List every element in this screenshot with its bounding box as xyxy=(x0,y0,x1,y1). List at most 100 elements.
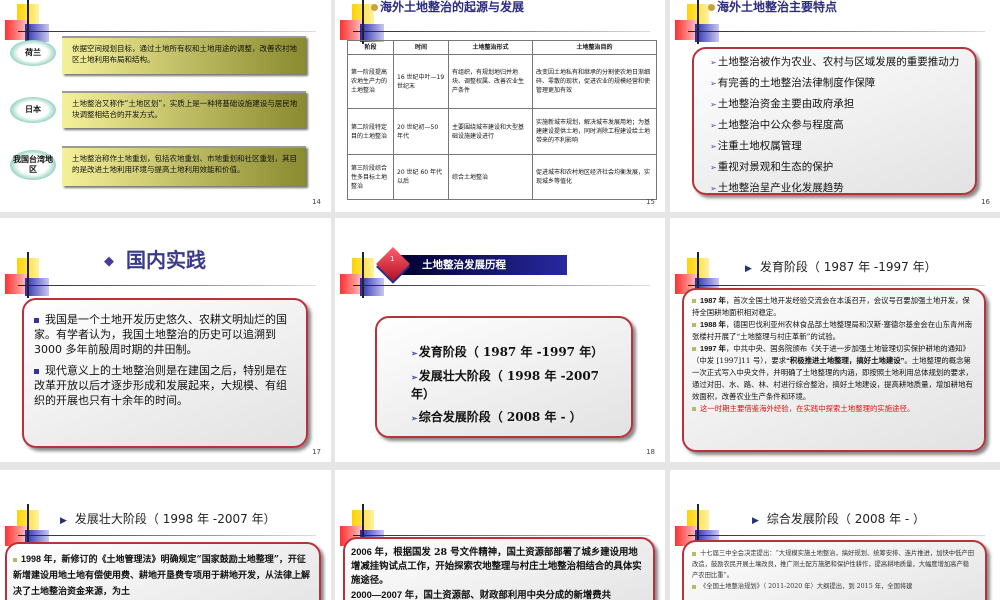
table-cell: 20 世纪初—50 年代 xyxy=(393,108,449,155)
triangle-bullet-icon: ▶ xyxy=(60,516,67,526)
region-label: 日本 xyxy=(10,97,56,123)
list-item: 《全国土地整治规划》（ 2011-2020 年）大纲提出，到 2015 年，全国… xyxy=(692,581,975,592)
divider xyxy=(18,285,316,286)
table-row: 第二阶段特定目的土地整治 20 世纪初—50 年代 主要围绕城市建设和大型基础设施建… xyxy=(347,108,657,155)
square-bullet-icon xyxy=(13,557,17,562)
content-box: 十七届三中全会决定提出：“大规模实施土地整治，搞好规划、统筹安排、连片推进，加快… xyxy=(682,540,987,600)
slide-16[interactable]: 海外土地整治主要特点 ➢土地整治被作为农业、农村与区域发展的重要推动力 ➢有完善… xyxy=(670,0,1000,212)
column-header: 土地整治形式 xyxy=(448,40,533,55)
divider xyxy=(18,31,316,32)
arrow-bullet-icon: ➢ xyxy=(710,142,717,151)
content-box: 1987 年，首次全国土地开发经验交流会在本溪召开，会议号召要加强土地开发，保持… xyxy=(682,288,986,452)
divider xyxy=(688,535,985,536)
table-cell: 第二阶段特定目的土地整治 xyxy=(347,108,394,155)
divider xyxy=(353,535,650,536)
square-bullet-icon xyxy=(692,347,696,351)
list-item: 这一时期主要借鉴海外经验，在实践中探索土地整理的实施途径。 xyxy=(692,403,974,415)
table-row: 第一阶段提高农地生产力的土地整治 16 世纪中叶—19 世纪末 有组织，有规划地归并… xyxy=(347,54,657,109)
divider xyxy=(353,31,650,32)
table-row: 第三阶段综合性多目标土地整治 20 世纪 60 年代以后 综合土地整治 促进城市和农村… xyxy=(347,154,657,200)
column-header: 阶段 xyxy=(347,40,394,55)
list-item: ➢有完善的土地整治法律制度作保障 xyxy=(710,77,876,89)
arrow-bullet-icon: ➢ xyxy=(411,413,418,423)
arrow-bullet-icon: ➢ xyxy=(710,121,717,130)
region-description: 土地整治称作土地重划，包括农地重划、市地重划和社区重划，其目的是改进土地利用环境… xyxy=(62,146,306,186)
divider xyxy=(688,31,985,32)
bullet-dot-icon xyxy=(708,4,715,11)
slide-17[interactable]: ◆ 国内实践 我国是一个土地开发历史悠久、农耕文明灿烂的国家。有学者认为，我国土地… xyxy=(0,218,331,462)
page-number: 14 xyxy=(312,198,321,206)
square-bullet-icon xyxy=(34,368,39,374)
square-bullet-icon xyxy=(692,584,696,589)
page-number: 16 xyxy=(981,198,990,206)
region-description: 依据空间规划目标，通过土地所有权和土地用途的调整，改善农村地区土地利用布局和结构… xyxy=(62,36,306,74)
square-bullet-icon xyxy=(692,407,696,412)
slide-15[interactable]: 海外土地整治的起源与发展 阶段 时间 土地整治形式 土地整治目的 第一阶段提高农地生产… xyxy=(335,0,665,212)
slide-22[interactable]: ▶ 综合发展阶段（ 2008 年 - ） 十七届三中全会决定提出：“大规模实施土地… xyxy=(670,470,1000,600)
arrow-bullet-icon: ➢ xyxy=(710,184,717,193)
slide-title: ▶ 发展壮大阶段（ 1998 年 -2007 年） xyxy=(60,512,276,526)
arrow-bullet-icon: ➢ xyxy=(411,348,418,358)
list-item: ➢发育阶段（ 1987 年 -1997 年） xyxy=(411,345,604,359)
square-bullet-icon xyxy=(34,317,39,323)
slide-21[interactable]: 2006 年，根据国发 28 号文件精神，国土资源部部署了城乡建设用地增减挂钩试… xyxy=(335,470,665,600)
triangle-bullet-icon: ▶ xyxy=(745,264,752,274)
list-item: 1988 年，德国巴伐利亚州农林食品部土地整理局和汉斯·塞德尔基金会在山东青州南… xyxy=(692,320,973,341)
table-cell: 改变因土地私有和继承的分割使农地日渐细碎、零散的现状，促进农业的规模经营和使管理… xyxy=(532,54,657,109)
triangle-bullet-icon: ▶ xyxy=(752,516,759,526)
slide-20[interactable]: ▶ 发展壮大阶段（ 1998 年 -2007 年） 1998 年，新修订的《土地管… xyxy=(0,470,331,600)
stages-table: 阶段 时间 土地整治形式 土地整治目的 第一阶段提高农地生产力的土地整治 16 世纪中叶… xyxy=(347,40,657,200)
features-box: ➢土地整治被作为农业、农村与区域发展的重要推动力 ➢有完善的土地整治法律制度作保… xyxy=(692,47,977,195)
slide-title: ▶ 综合发展阶段（ 2008 年 - ） xyxy=(752,512,926,526)
bullet-dot-icon xyxy=(371,4,378,11)
table-cell: 促进城市和农村地区经济社会均衡发展，实现城乡等值化 xyxy=(532,154,657,200)
list-item: 十七届三中全会决定提出：“大规模实施土地整治，搞好规划、统筹安排、连片推进，加快… xyxy=(692,550,974,579)
stages-box: ➢发育阶段（ 1987 年 -1997 年） ➢发展壮大阶段（ 1998 年 -… xyxy=(375,316,633,438)
table-cell: 16 世纪中叶—19 世纪末 xyxy=(393,54,449,109)
table-cell: 第三阶段综合性多目标土地整治 xyxy=(347,154,394,200)
content-box: 2006 年，根据国发 28 号文件精神，国土资源部部署了城乡建设用地增减挂钩试… xyxy=(343,537,655,600)
paragraph: 现代意义上的土地整治则是在建国之后，特别是在改革开放以后才逐步形成和发展起来，大… xyxy=(34,364,287,407)
list-item: ➢土地整治中公众参与程度高 xyxy=(710,119,844,131)
list-item: ➢土地整治资金主要由政府承担 xyxy=(710,98,855,110)
slide-14[interactable]: 荷兰 依据空间规划目标，通过土地所有权和土地用途的调整，改善农村地区土地利用布局… xyxy=(0,0,331,212)
table-cell: 综合土地整治 xyxy=(448,154,533,200)
column-header: 时间 xyxy=(393,40,449,55)
content-box: 1998 年，新修订的《土地管理法》明确规定“国家鼓励土地整理”，开征新增建设用… xyxy=(5,542,321,600)
slide-19[interactable]: ▶ 发育阶段（ 1987 年 -1997 年） 1987 年，首次全国土地开发经验… xyxy=(670,218,1000,462)
list-item: ➢注重土地权属管理 xyxy=(710,140,802,152)
list-item: 1987 年，首次全国土地开发经验交流会在本溪召开，会议号召要加强土地开发，保持… xyxy=(692,296,970,317)
region-label: 我国台湾地区 xyxy=(10,150,56,180)
arrow-bullet-icon: ➢ xyxy=(710,163,717,172)
content-box: 我国是一个土地开发历史悠久、农耕文明灿烂的国家。有学者认为，我国土地整治的历史可… xyxy=(22,298,308,448)
slide-title: ▶ 发育阶段（ 1987 年 -1997 年） xyxy=(745,260,937,274)
table-cell: 20 世纪 60 年代以后 xyxy=(393,154,449,200)
slide-title: 海外土地整治主要特点 xyxy=(708,0,837,15)
list-item: ➢重视对景观和生态的保护 xyxy=(710,161,834,173)
list-item: ➢综合发展阶段（ 2008 年 - ） xyxy=(411,410,582,424)
divider xyxy=(688,285,985,286)
arrow-bullet-icon: ➢ xyxy=(710,58,717,67)
slide-title: ◆ 国内实践 xyxy=(104,248,206,272)
column-header: 土地整治目的 xyxy=(532,40,657,55)
table-cell: 第一阶段提高农地生产力的土地整治 xyxy=(347,54,394,109)
slide-decoration xyxy=(5,252,50,298)
page-number: 18 xyxy=(646,448,655,456)
arrow-bullet-icon: ➢ xyxy=(411,372,418,382)
region-description: 土地整治又称作“土地区划”，实质上是一种将基础设施建设与居民地块调整相结合的开发… xyxy=(62,91,306,128)
paragraph: 我国是一个土地开发历史悠久、农耕文明灿烂的国家。有学者认为，我国土地整治的历史可… xyxy=(34,313,287,356)
section-number: 1 xyxy=(390,255,395,263)
square-bullet-icon xyxy=(692,299,696,303)
paragraph: 2000—2007 年，国土资源部、财政部利用中央分成的新增费共 xyxy=(351,589,611,600)
list-item: ➢土地整治呈产业化发展趋势 xyxy=(710,182,844,194)
list-item: ➢发展壮大阶段（ 1998 年 -2007 年） xyxy=(411,369,600,401)
arrow-bullet-icon: ➢ xyxy=(710,79,717,88)
table-cell: 实施新城市规划，解决城市发展用地；为基建建设提供土地，同时消除工程建设给土地带来… xyxy=(532,108,657,155)
page-number: 15 xyxy=(646,198,655,206)
table-cell: 主要围绕城市建设和大型基础设施建设进行 xyxy=(448,108,533,155)
list-item: 1997 年，中共中央、国务院颁布《关于进一步加强土地管理切实保护耕地的通知》（… xyxy=(692,344,973,401)
table-cell: 有组织，有规划地归并地块、调整权属、改善农业生产条件 xyxy=(448,54,533,109)
paragraph: 2006 年，根据国发 28 号文件精神，国土资源部部署了城乡建设用地增减挂钩试… xyxy=(351,546,642,586)
slide-18[interactable]: 土地整治发展历程 1 ➢发育阶段（ 1987 年 -1997 年） ➢发展壮大阶… xyxy=(335,218,665,462)
page-number: 17 xyxy=(312,448,321,456)
